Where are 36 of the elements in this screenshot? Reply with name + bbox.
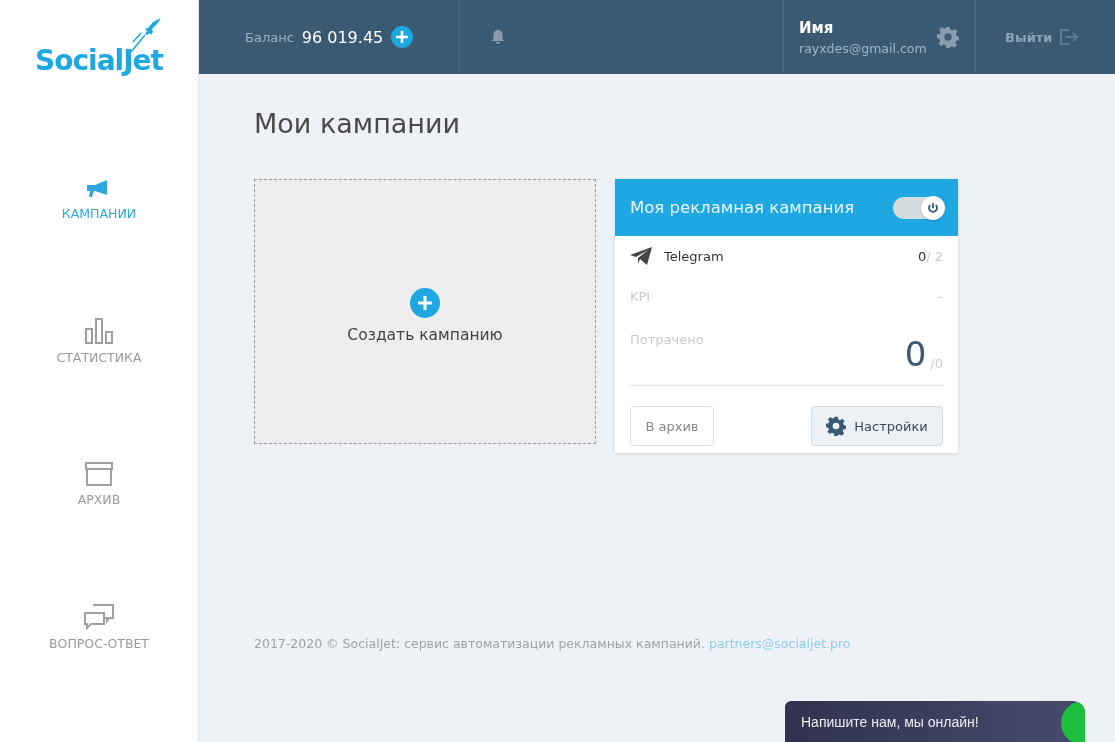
- bar-chart-icon: [85, 318, 113, 344]
- spent-value: 0: [904, 337, 927, 371]
- campaign-title: Моя рекламная кампания: [630, 198, 855, 217]
- sidebar-item[interactable]: ВОПРОС-ОТВЕТ: [49, 604, 149, 651]
- chat-icon: [84, 604, 114, 630]
- logout-icon: [1060, 29, 1079, 45]
- user-email: rayxdes@gmail.com: [799, 40, 927, 56]
- kpi-value: -: [938, 288, 943, 304]
- plus-icon: [410, 287, 440, 318]
- add-funds-button[interactable]: [391, 26, 414, 48]
- logout-button[interactable]: Выйти: [976, 0, 1079, 74]
- sidebar-item[interactable]: АРХИВ: [49, 462, 149, 507]
- balance-value: 96 019.45: [301, 27, 384, 47]
- gear-icon: [826, 416, 847, 436]
- create-campaign-button[interactable]: Создать кампанию: [254, 179, 596, 444]
- footer-text: 2017-2020 © SocialJet: сервис автоматизации рекламных кампаний.: [254, 636, 705, 651]
- user-name: Имя: [799, 18, 835, 37]
- create-campaign-label: Создать кампанию: [347, 325, 503, 344]
- balance-label: Баланс: [245, 29, 294, 45]
- page-title: Мои кампании: [254, 108, 462, 139]
- settings-icon[interactable]: [936, 26, 959, 48]
- channel-name: Telegram: [664, 248, 724, 264]
- sidebar-item[interactable]: СТАТИСТИКА: [49, 318, 149, 365]
- paper-plane-icon: [630, 247, 652, 265]
- campaign-toggle[interactable]: [893, 196, 943, 219]
- chat-widget[interactable]: Напишите нам, мы онлайн!: [785, 701, 1085, 742]
- bell-icon[interactable]: [490, 29, 506, 45]
- sidebar-item[interactable]: КАМПАНИИ: [49, 180, 149, 221]
- box-icon: [85, 462, 113, 486]
- power-icon: [927, 201, 939, 214]
- plus-icon: [396, 31, 409, 43]
- chat-widget-text: Напишите нам, мы онлайн!: [801, 713, 979, 730]
- logo-text: SocialJet: [35, 44, 163, 77]
- partners-email-link[interactable]: partners@socialjet.pro: [708, 636, 851, 651]
- archive-button[interactable]: В архив: [630, 406, 714, 446]
- settings-button[interactable]: Настройки: [811, 406, 943, 446]
